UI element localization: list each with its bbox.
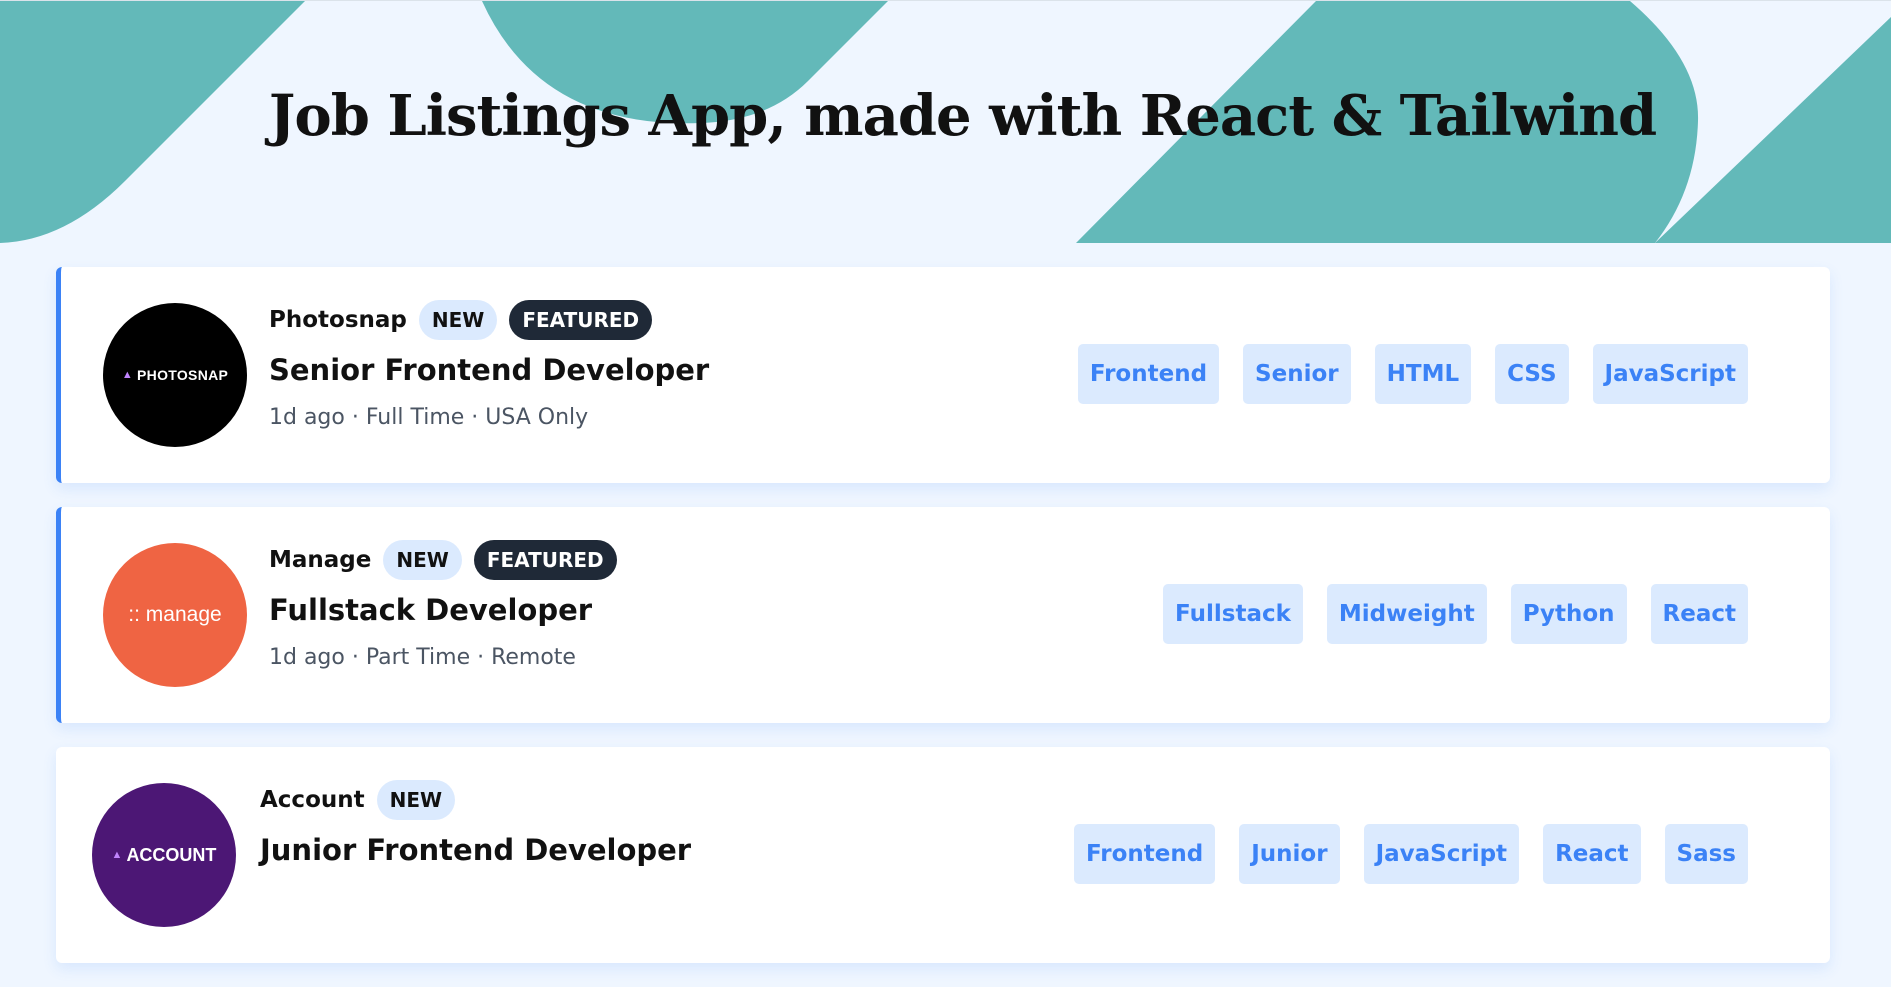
job-meta: 1d ago · Full Time · USA Only [269, 405, 589, 430]
new-badge: NEW [383, 540, 462, 580]
company-logo: ▲ ACCOUNT [92, 783, 236, 927]
tag-button[interactable]: Junior [1239, 824, 1340, 884]
logo-text: ACCOUNT [126, 844, 217, 865]
job-position[interactable]: Fullstack Developer [269, 593, 629, 627]
job-header-row: Account NEW [260, 779, 691, 821]
tag-button[interactable]: Sass [1664, 824, 1748, 884]
tag-button[interactable]: Python [1510, 584, 1627, 644]
job-meta: 1d ago · Part Time · Remote [269, 645, 576, 670]
header-banner: Job Listings App, made with React & Tail… [0, 0, 1891, 243]
tag-button[interactable]: React [1650, 584, 1748, 644]
page-title: Job Listings App, made with React & Tail… [268, 83, 1657, 149]
job-info: Manage NEW FEATURED Fullstack Developer … [269, 539, 629, 670]
tag-button[interactable]: Midweight [1326, 584, 1487, 644]
job-info: Photosnap NEW FEATURED Senior Frontend D… [269, 299, 709, 430]
job-tags: Frontend Senior HTML CSS JavaScript [1054, 344, 1748, 404]
tag-button[interactable]: JavaScript [1363, 824, 1520, 884]
logo-text: :: manage [128, 603, 222, 626]
featured-badge: FEATURED [509, 300, 653, 340]
new-badge: NEW [418, 300, 498, 340]
tag-button[interactable]: CSS [1495, 344, 1569, 404]
tag-button[interactable]: Senior [1243, 344, 1351, 404]
company-logo: ▲ PHOTOSNAP [103, 303, 247, 447]
tag-button[interactable]: React [1543, 824, 1641, 884]
job-header-row: Photosnap NEW FEATURED [269, 299, 709, 341]
featured-badge: FEATURED [473, 540, 617, 580]
triangle-icon: ▲ [121, 369, 134, 381]
triangle-icon: ▲ [111, 849, 123, 861]
tag-button[interactable]: HTML [1374, 344, 1472, 404]
tag-button[interactable]: Frontend [1077, 344, 1220, 404]
job-card[interactable]: :: manage Manage NEW FEATURED Fullstack … [56, 507, 1830, 723]
company-name: Photosnap [269, 307, 407, 333]
job-card[interactable]: ▲ ACCOUNT Account NEW Junior Frontend De… [56, 747, 1830, 963]
job-header-row: Manage NEW FEATURED [269, 539, 629, 581]
job-position[interactable]: Junior Frontend Developer [260, 833, 691, 867]
job-position[interactable]: Senior Frontend Developer [269, 353, 709, 387]
logo-text: PHOTOSNAP [137, 367, 229, 383]
tag-button[interactable]: JavaScript [1592, 344, 1748, 404]
job-card[interactable]: ▲ PHOTOSNAP Photosnap NEW FEATURED Senio… [56, 267, 1830, 483]
job-tags: Fullstack Midweight Python React [1139, 584, 1748, 644]
company-logo: :: manage [103, 543, 247, 687]
job-list: ▲ PHOTOSNAP Photosnap NEW FEATURED Senio… [56, 267, 1830, 987]
job-info: Account NEW Junior Frontend Developer [260, 779, 691, 867]
tag-button[interactable]: Frontend [1074, 824, 1216, 884]
company-name: Account [260, 787, 365, 813]
company-name: Manage [269, 547, 372, 573]
job-tags: Frontend Junior JavaScript React Sass [1050, 824, 1748, 884]
tag-button[interactable]: Fullstack [1163, 584, 1303, 644]
new-badge: NEW [376, 780, 456, 820]
